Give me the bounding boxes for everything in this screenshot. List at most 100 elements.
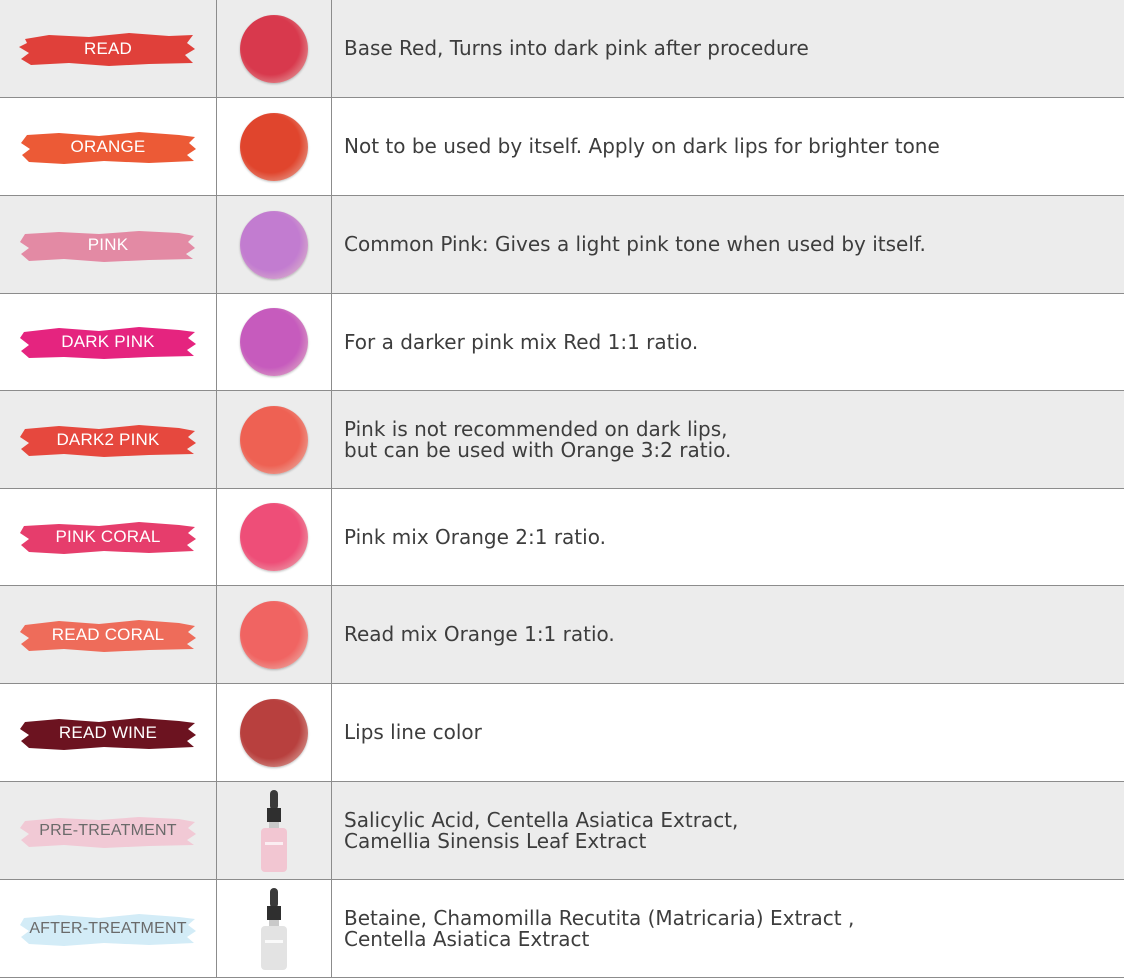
description-line: Not to be used by itself. Apply on dark … (344, 134, 940, 158)
description-text: For a darker pink mix Red 1:1 ratio. (344, 329, 699, 354)
description-line: but can be used with Orange 3:2 ratio. (344, 437, 732, 462)
color-label-cell: PINK (0, 196, 216, 293)
description-text: Pink is not recommended on dark lips, bu… (344, 416, 732, 462)
description-cell: Pink mix Orange 2:1 ratio. (344, 489, 1114, 585)
brush-stroke-label: READ (19, 29, 197, 69)
description-cell: Not to be used by itself. Apply on dark … (344, 98, 1114, 195)
description-line: Camellia Sinensis Leaf Extract (344, 828, 647, 853)
color-label: READ WINE (58, 722, 158, 742)
color-label-cell: READ CORAL (0, 586, 216, 683)
color-label-cell: READ WINE (0, 684, 216, 781)
swatch-cell (217, 880, 331, 977)
brush-stroke-label: AFTER-TREATMENT (19, 909, 197, 949)
column-divider (331, 391, 332, 488)
description-text: Read mix Orange 1:1 ratio. (344, 624, 615, 645)
color-label-cell: AFTER-TREATMENT (0, 880, 216, 977)
table-row: READ WINE Lips line color (0, 684, 1124, 782)
brush-stroke-label: ORANGE (19, 127, 197, 167)
color-label: PINK CORAL (55, 527, 161, 546)
table-row: PINK Common Pink: Gives a light pink ton… (0, 196, 1124, 294)
brush-stroke-label: DARK2 PINK (19, 420, 197, 460)
column-divider (331, 98, 332, 195)
table-row: ORANGE Not to be used by itself. Apply o… (0, 98, 1124, 196)
color-label: DARK PINK (61, 332, 155, 351)
color-label-cell: DARK PINK (0, 294, 216, 390)
description-line: Centella Asiatica Extract (344, 926, 590, 951)
description-cell: Betaine, Chamomilla Recutita (Matricaria… (344, 880, 1114, 977)
description-cell: For a darker pink mix Red 1:1 ratio. (344, 294, 1114, 390)
table-row: PINK CORAL Pink mix Orange 2:1 ratio. (0, 489, 1124, 586)
dropper-bottle-icon (261, 887, 287, 970)
description-line: Base Red, Turns into dark pink after pro… (344, 36, 809, 60)
color-label: ORANGE (70, 136, 146, 156)
dropper-bottle-icon (261, 789, 287, 872)
swatch-cell (217, 684, 331, 781)
table-row: AFTER-TREATMENT Betaine, Chamomilla Recu… (0, 880, 1124, 978)
description-text: Base Red, Turns into dark pink after pro… (344, 38, 809, 59)
description-cell: Salicylic Acid, Centella Asiatica Extrac… (344, 782, 1114, 879)
description-line: Betaine, Chamomilla Recutita (Matricaria… (344, 905, 855, 930)
brush-stroke-label: READ WINE (19, 713, 197, 753)
column-divider (331, 880, 332, 977)
description-cell: Pink is not recommended on dark lips, bu… (344, 391, 1114, 488)
color-label-cell: READ (0, 0, 216, 97)
color-label: READ (83, 38, 133, 58)
color-label-cell: DARK2 PINK (0, 391, 216, 488)
table-row: PRE-TREATMENT Salicylic Acid, Centella A… (0, 782, 1124, 880)
table-row: DARK2 PINK Pink is not recommended on da… (0, 391, 1124, 489)
description-text: Salicylic Acid, Centella Asiatica Extrac… (344, 807, 739, 853)
brush-stroke-label: PINK CORAL (19, 517, 197, 557)
swatch-cell (217, 391, 331, 488)
color-label: READ CORAL (51, 624, 165, 644)
description-line: For a darker pink mix Red 1:1 ratio. (344, 329, 699, 354)
color-swatch (240, 210, 308, 279)
table-row: DARK PINK For a darker pink mix Red 1:1 … (0, 294, 1124, 391)
swatch-cell (217, 98, 331, 195)
swatch-cell (217, 294, 331, 390)
description-line: Pink mix Orange 2:1 ratio. (344, 524, 606, 549)
column-divider (331, 196, 332, 293)
color-label: PRE-TREATMENT (39, 821, 177, 839)
color-swatch (240, 14, 308, 83)
color-label: PINK (87, 234, 129, 254)
table-row: READ Base Red, Turns into dark pink afte… (0, 0, 1124, 98)
column-divider (331, 294, 332, 390)
color-swatch (240, 405, 308, 474)
description-cell: Read mix Orange 1:1 ratio. (344, 586, 1114, 683)
column-divider (331, 0, 332, 97)
description-text: Betaine, Chamomilla Recutita (Matricaria… (344, 905, 855, 951)
color-swatch (240, 112, 308, 181)
swatch-cell (217, 196, 331, 293)
description-text: Common Pink: Gives a light pink tone whe… (344, 234, 926, 255)
table-row: READ CORAL Read mix Orange 1:1 ratio. (0, 586, 1124, 684)
swatch-cell (217, 586, 331, 683)
color-label-cell: PRE-TREATMENT (0, 782, 216, 879)
description-cell: Common Pink: Gives a light pink tone whe… (344, 196, 1114, 293)
description-text: Not to be used by itself. Apply on dark … (344, 136, 940, 157)
description-line: Common Pink: Gives a light pink tone whe… (344, 232, 926, 256)
description-line: Salicylic Acid, Centella Asiatica Extrac… (344, 807, 739, 832)
color-label-cell: PINK CORAL (0, 489, 216, 585)
description-line: Lips line color (344, 720, 482, 744)
column-divider (331, 489, 332, 585)
description-text: Lips line color (344, 722, 482, 743)
color-label: DARK2 PINK (56, 429, 160, 449)
description-line: Read mix Orange 1:1 ratio. (344, 622, 615, 646)
column-divider (331, 586, 332, 683)
color-swatch (240, 308, 308, 376)
lip-pigment-table: READ Base Red, Turns into dark pink afte… (0, 0, 1124, 978)
column-divider (331, 684, 332, 781)
color-swatch (240, 503, 308, 571)
description-text: Pink mix Orange 2:1 ratio. (344, 524, 606, 549)
description-cell: Base Red, Turns into dark pink after pro… (344, 0, 1114, 97)
color-swatch (240, 600, 308, 669)
brush-stroke-label: READ CORAL (19, 615, 197, 655)
swatch-cell (217, 489, 331, 585)
description-cell: Lips line color (344, 684, 1114, 781)
swatch-cell (217, 782, 331, 879)
brush-stroke-label: PINK (19, 225, 197, 265)
column-divider (331, 782, 332, 879)
description-line: Pink is not recommended on dark lips, (344, 416, 728, 441)
color-label: AFTER-TREATMENT (29, 919, 187, 937)
color-swatch (240, 698, 308, 767)
